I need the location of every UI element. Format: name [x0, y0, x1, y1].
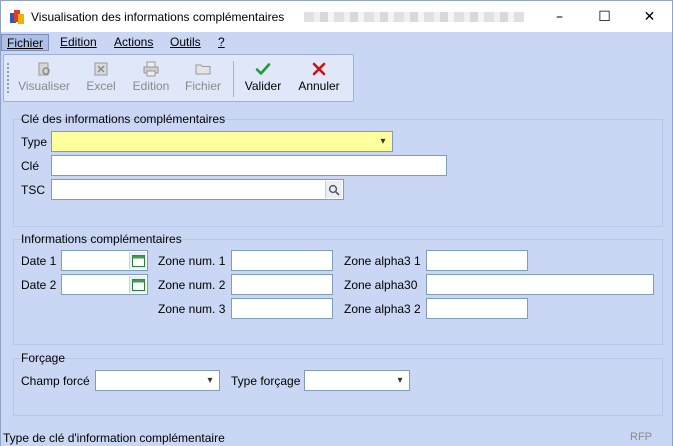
menu-fichier[interactable]: Fichier — [1, 34, 50, 51]
valider-button[interactable]: Valider — [238, 59, 288, 99]
alpha32-field[interactable] — [426, 298, 528, 319]
edition-button[interactable]: Edition — [126, 59, 176, 99]
date2-label: Date 2 — [21, 278, 57, 292]
alpha30-label: Zone alpha30 — [344, 278, 418, 292]
tsc-input[interactable] — [52, 180, 343, 199]
alpha31-input[interactable] — [427, 251, 527, 270]
menu-bar: Fichier Edition Actions Outils ? — [1, 32, 672, 52]
calendar-icon[interactable] — [129, 276, 146, 293]
num1-input[interactable] — [232, 251, 332, 270]
date1-field[interactable] — [61, 250, 148, 271]
num2-field[interactable] — [231, 274, 333, 295]
folder-icon — [180, 59, 226, 79]
close-button[interactable]: ✕ — [627, 1, 672, 32]
printer-icon — [126, 59, 176, 79]
chevron-down-icon[interactable]: ▾ — [393, 373, 407, 388]
fichier-label: Fichier — [184, 79, 221, 93]
infos-section-title: Informations complémentaires — [21, 232, 182, 246]
menu-actions[interactable]: Actions — [109, 34, 158, 51]
champ-force-input[interactable] — [96, 371, 219, 390]
tsc-field[interactable] — [51, 179, 344, 200]
annuler-button[interactable]: Annuler — [292, 59, 346, 99]
toolbar-separator — [233, 61, 234, 97]
status-bar: Type de clé d'information complémentaire… — [1, 429, 672, 446]
type-label: Type — [21, 135, 48, 149]
chevron-down-icon[interactable]: ▾ — [376, 134, 390, 149]
type-input[interactable] — [52, 132, 392, 151]
minimize-button[interactable]: – — [537, 1, 582, 32]
edition-label: Edition — [132, 79, 170, 93]
type-dropdown[interactable]: ▾ — [51, 131, 393, 152]
date1-label: Date 1 — [21, 254, 57, 268]
alpha31-field[interactable] — [426, 250, 528, 271]
date2-field[interactable] — [61, 274, 148, 295]
window-title: Visualisation des informations complémen… — [31, 10, 285, 24]
title-redacted-area — [304, 12, 524, 22]
champ-force-dropdown[interactable]: ▾ — [95, 370, 220, 391]
fichier-button[interactable]: Fichier — [180, 59, 226, 99]
alpha31-label: Zone alpha3 1 — [344, 254, 421, 268]
status-text: Type de clé d'information complémentaire — [3, 431, 225, 445]
excel-button[interactable]: Excel — [80, 59, 122, 99]
num2-label: Zone num. 2 — [158, 278, 226, 292]
maximize-button[interactable]: ☐ — [582, 1, 627, 32]
num3-label: Zone num. 3 — [158, 302, 226, 316]
valider-label: Valider — [244, 79, 282, 93]
type-forcage-label: Type forçage — [231, 374, 301, 388]
visualiser-label: Visualiser — [18, 79, 70, 93]
main-window: Visualisation des informations complémen… — [0, 0, 673, 446]
title-bar[interactable]: Visualisation des informations complémen… — [1, 1, 672, 32]
num3-input[interactable] — [232, 299, 332, 318]
cle-label: Clé — [21, 159, 40, 173]
cross-icon — [292, 59, 346, 79]
menu-edition[interactable]: Edition — [55, 34, 102, 51]
status-rfp: RFP — [630, 431, 652, 443]
num1-field[interactable] — [231, 250, 333, 271]
app-icon — [10, 10, 24, 24]
cle-input[interactable] — [52, 156, 446, 175]
num1-label: Zone num. 1 — [158, 254, 226, 268]
num3-field[interactable] — [231, 298, 333, 319]
forcage-section-title: Forçage — [21, 351, 66, 365]
excel-label: Excel — [86, 79, 116, 93]
calendar-icon[interactable] — [129, 252, 146, 269]
excel-icon — [80, 59, 122, 79]
menu-help[interactable]: ? — [213, 34, 230, 51]
cle-section-title: Clé des informations complémentaires — [21, 112, 226, 126]
visualiser-button[interactable]: Visualiser — [14, 59, 74, 99]
alpha32-label: Zone alpha3 2 — [344, 302, 421, 316]
alpha32-input[interactable] — [427, 299, 527, 318]
cle-field[interactable] — [51, 155, 447, 176]
search-icon[interactable] — [325, 181, 342, 198]
num2-input[interactable] — [232, 275, 332, 294]
toolbar-grip[interactable] — [7, 63, 9, 95]
chevron-down-icon[interactable]: ▾ — [203, 373, 217, 388]
annuler-label: Annuler — [298, 79, 340, 93]
champ-force-label: Champ forcé — [21, 374, 90, 388]
type-forcage-dropdown[interactable]: ▾ — [304, 370, 410, 391]
alpha30-field[interactable] — [426, 274, 654, 295]
checkmark-icon — [238, 59, 288, 79]
tsc-label: TSC — [21, 183, 45, 197]
alpha30-input[interactable] — [427, 275, 653, 294]
menu-outils[interactable]: Outils — [165, 34, 206, 51]
toolbar: Visualiser Excel Edition Fichier Valider… — [3, 54, 354, 102]
view-icon — [14, 59, 74, 79]
